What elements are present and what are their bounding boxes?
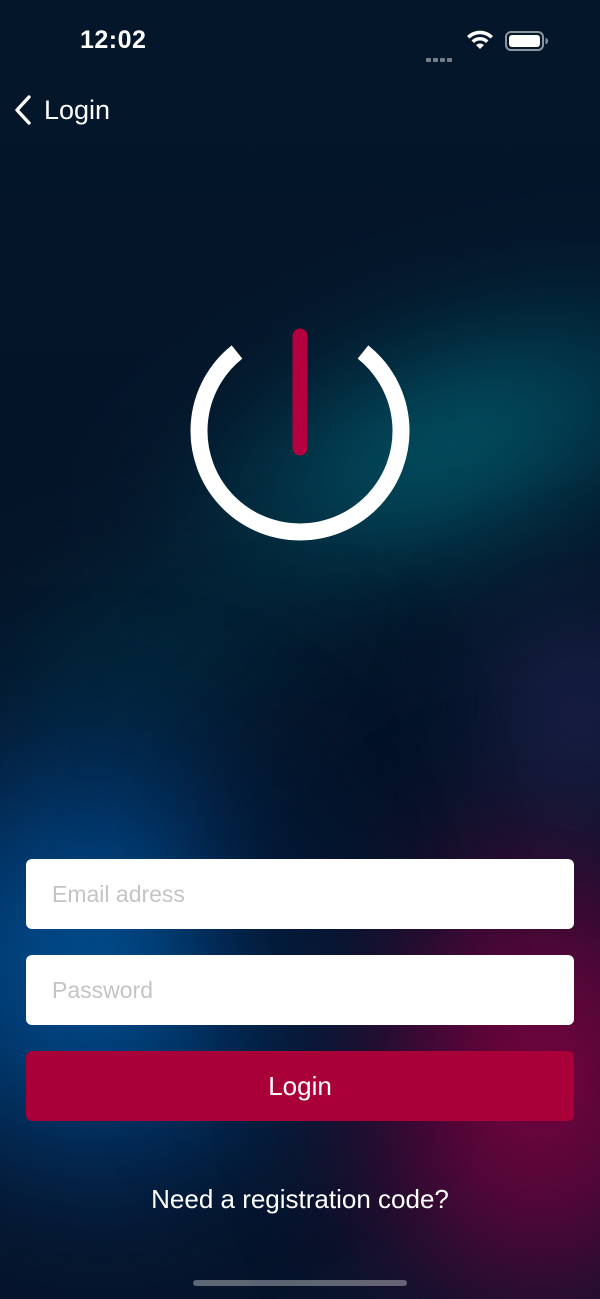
status-time: 12:02 xyxy=(80,26,147,54)
battery-full-icon xyxy=(505,31,548,51)
home-indicator xyxy=(193,1280,407,1286)
power-icon xyxy=(190,328,410,541)
status-bar: 12:02 xyxy=(0,0,600,80)
email-field[interactable] xyxy=(26,859,574,929)
cellular-signal-icon xyxy=(426,44,456,62)
wifi-icon xyxy=(467,30,493,49)
chevron-left-icon xyxy=(15,95,31,125)
back-button[interactable]: Login xyxy=(12,88,110,132)
back-button-label: Login xyxy=(44,94,111,125)
login-form: Login xyxy=(26,859,574,1121)
login-button[interactable]: Login xyxy=(26,1051,574,1121)
registration-code-link[interactable]: Need a registration code? xyxy=(0,1184,600,1215)
password-field[interactable] xyxy=(26,955,574,1025)
